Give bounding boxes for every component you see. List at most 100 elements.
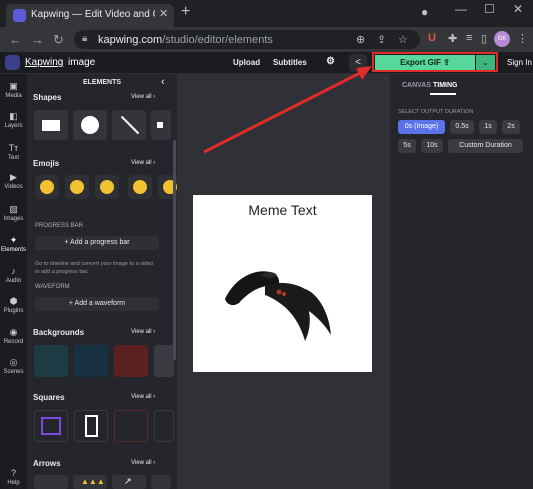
square-small-icon [157, 122, 163, 128]
lock-icon: 🔒︎ [82, 33, 88, 44]
address-bar[interactable]: 🔒︎ kapwing.com/studio/editor/elements ⊕ … [74, 30, 420, 49]
add-progress-bar-button[interactable]: + Add a progress bar [35, 236, 159, 250]
shape-small-tile[interactable] [151, 110, 171, 140]
sidebar-item-media[interactable]: ▣ Media [0, 81, 27, 100]
shape-rectangle-tile[interactable] [34, 110, 68, 140]
sign-in-link[interactable]: Sign In [507, 58, 532, 67]
duration-5s-button[interactable]: 5s [398, 139, 416, 153]
emoji-zany-icon[interactable] [65, 175, 89, 199]
bookmark-star-icon[interactable]: ☆ [398, 33, 408, 46]
backgrounds-heading: Backgrounds [33, 328, 85, 337]
close-window-icon[interactable]: ✕ [513, 2, 523, 16]
sidebar-item-layers[interactable]: ◧ Layers [0, 111, 27, 130]
arrow-tile-1[interactable] [34, 475, 68, 489]
plugins-icon: ⬢ [9, 296, 18, 306]
rectangle-icon [42, 120, 60, 131]
emoji-cowboy-icon[interactable] [35, 175, 59, 199]
browser-tab[interactable]: Kapwing — Edit Video and Create... ✕ [6, 4, 174, 27]
eagle-image[interactable] [221, 263, 333, 343]
avatar[interactable]: GK [494, 31, 510, 47]
sidebar-icon[interactable]: ▯ [481, 32, 487, 45]
maximize-icon[interactable]: ☐ [484, 2, 495, 16]
squares-view-all[interactable]: View all › [131, 394, 155, 400]
browser-toolbar: ← → ↻ 🔒︎ kapwing.com/studio/editor/eleme… [0, 27, 533, 52]
arrow-tile-3[interactable]: ↗ [112, 475, 146, 489]
waveform-heading: WAVEFORM [35, 284, 70, 290]
meme-text[interactable]: Meme Text [193, 202, 372, 218]
right-panel: CANVAS TIMING SELECT OUTPUT DURATION 0s … [390, 74, 533, 489]
videos-icon: ▶ [10, 172, 17, 182]
add-waveform-button[interactable]: + Add a waveform [35, 297, 159, 311]
shapes-view-all[interactable]: View all › [131, 94, 155, 100]
duration-0-5s-button[interactable]: 0.5s [450, 120, 474, 134]
shape-line-tile[interactable] [112, 110, 146, 140]
square-tile-1[interactable] [34, 410, 68, 442]
tab-close-icon[interactable]: ✕ [159, 7, 168, 20]
collapse-panel-icon[interactable]: ‹ [161, 76, 165, 88]
sidebar-item-audio[interactable]: ♪ Audio [0, 266, 27, 285]
duration-2s-button[interactable]: 2s [502, 120, 520, 134]
square-tile-3[interactable] [114, 410, 148, 442]
project-name[interactable]: image [68, 57, 95, 68]
sidebar-item-text[interactable]: Tт Text [0, 143, 27, 162]
sidebar-item-help[interactable]: ? Help [0, 468, 27, 487]
sidebar-item-scenes[interactable]: ◎ Scenes [0, 357, 27, 376]
export-gif-button[interactable]: Export GIF ⇪ [375, 55, 475, 70]
minimize-icon[interactable]: — [455, 2, 467, 16]
sidebar-rail: ▣ Media ◧ Layers Tт Text ▶ Videos ▨ Images ✦ Elemen… [0, 74, 27, 489]
editor-canvas[interactable]: Meme Text [193, 195, 372, 372]
extension-u-icon[interactable]: U [428, 32, 436, 44]
arrows-view-all[interactable]: View all › [131, 460, 155, 466]
share-page-icon[interactable]: ⇪ [377, 33, 386, 46]
emojis-view-all[interactable]: View all › [131, 160, 155, 166]
kapwing-logo-icon[interactable] [5, 55, 20, 70]
brand-link[interactable]: Kapwing [25, 57, 63, 68]
duration-label: SELECT OUTPUT DURATION [398, 109, 474, 115]
tab-canvas[interactable]: CANVAS [402, 82, 431, 89]
custom-duration-button[interactable]: Custom Duration [448, 139, 523, 153]
forward-icon[interactable]: → [31, 32, 44, 47]
square-tile-2[interactable] [74, 410, 108, 442]
background-tile-2[interactable] [74, 345, 108, 377]
panel-title: ELEMENTS [82, 79, 122, 86]
duration-0s-button[interactable]: 0s (Image) [398, 120, 445, 134]
duration-10s-button[interactable]: 10s [421, 139, 443, 153]
export-label: Export GIF [400, 58, 441, 67]
extensions-puzzle-icon[interactable]: ✚ [448, 32, 457, 45]
settings-gear-icon[interactable]: ⚙ [326, 56, 335, 67]
sidebar-item-elements[interactable]: ✦ Elements [0, 235, 27, 254]
background-tile-1[interactable] [34, 345, 68, 377]
sidebar-item-record[interactable]: ◉ Record [0, 327, 27, 346]
shape-circle-tile[interactable] [73, 110, 107, 140]
new-tab-icon[interactable]: + [181, 3, 190, 21]
share-button[interactable]: < [349, 54, 367, 72]
kapwing-favicon-icon [13, 9, 26, 22]
duration-1s-button[interactable]: 1s [479, 120, 497, 134]
url-text[interactable]: kapwing.com/studio/editor/elements [98, 34, 273, 46]
reload-icon[interactable]: ↻ [53, 32, 64, 48]
back-icon[interactable]: ← [9, 32, 22, 47]
sidebar-item-videos[interactable]: ▶ Videos [0, 172, 27, 191]
background-tile-3[interactable] [114, 345, 148, 377]
export-options-chevron-icon[interactable]: ⌄ [476, 55, 495, 70]
sidebar-item-images[interactable]: ▨ Images [0, 204, 27, 223]
backgrounds-view-all[interactable]: View all › [131, 329, 155, 335]
sidebar-item-plugins[interactable]: ⬢ Plugins [0, 296, 27, 315]
tab-timing[interactable]: TIMING [433, 82, 458, 89]
square-tile-4[interactable] [154, 410, 174, 442]
emoji-thinking-icon[interactable] [128, 175, 152, 199]
panel-scrollbar[interactable] [173, 140, 176, 360]
arrow-tile-4[interactable] [151, 475, 171, 489]
upload-button[interactable]: Upload [233, 58, 260, 67]
chrome-menu-icon[interactable]: ⋮ [517, 32, 528, 45]
subtitles-button[interactable]: Subtitles [273, 58, 307, 67]
reading-list-icon[interactable]: ≡ [466, 32, 472, 44]
background-tile-4[interactable] [154, 345, 174, 377]
arrow-tile-2[interactable]: ▲▲▲ [73, 475, 107, 489]
emoji-smile-icon[interactable] [95, 175, 119, 199]
profile-menu-icon[interactable]: ● [421, 5, 428, 19]
white-frame-icon [85, 415, 98, 437]
progress-bar-heading: PROGRESS BAR [35, 223, 84, 229]
sidebar-item-label: Videos [4, 184, 23, 190]
install-icon[interactable]: ⊕ [356, 33, 365, 46]
